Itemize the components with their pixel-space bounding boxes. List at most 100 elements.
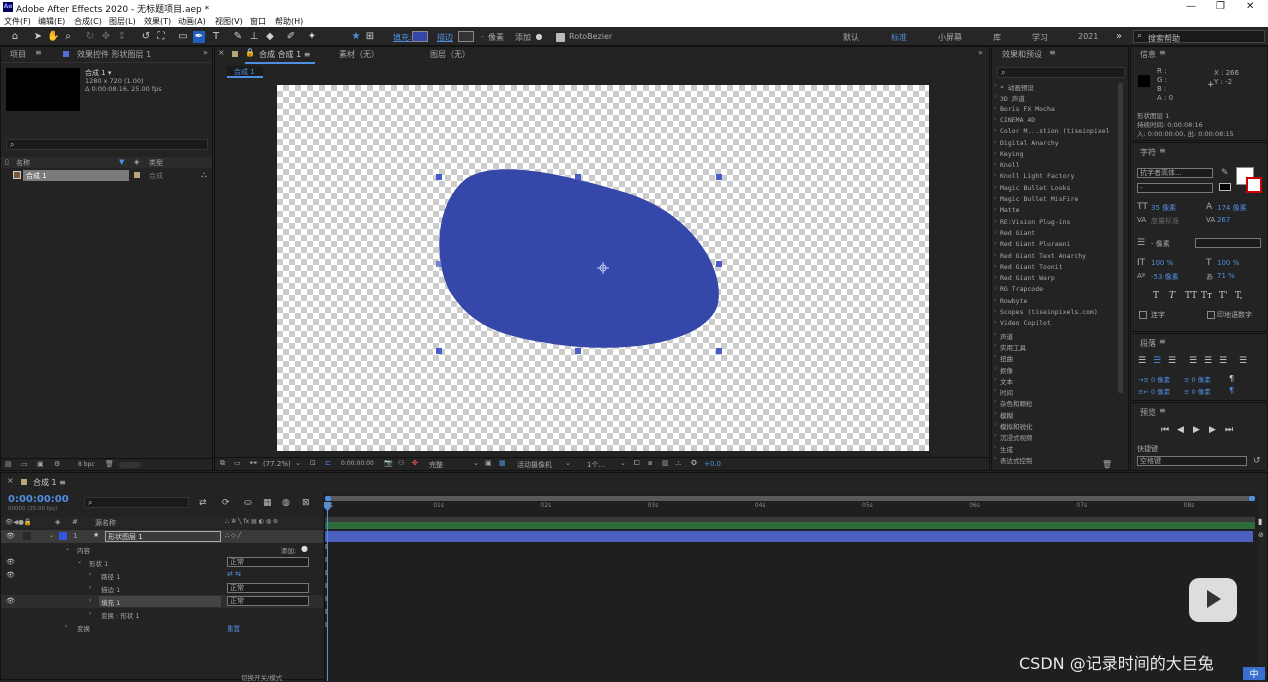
tab-composition[interactable]: 合成 合成 1 ≡	[259, 49, 310, 60]
sort-icon[interactable]: ▼	[119, 158, 124, 166]
all-caps-button[interactable]: TT	[1185, 291, 1197, 301]
expand-chevron-icon[interactable]: ›	[994, 432, 996, 439]
shy-icon[interactable]: ⛀	[244, 498, 252, 508]
expand-chevron-icon[interactable]: ›	[994, 263, 996, 270]
workspace-default[interactable]: 默认	[843, 32, 859, 43]
lock-icon[interactable]: 🔒	[245, 48, 255, 57]
add-label[interactable]: 添加	[515, 32, 531, 43]
expand-chevron-icon[interactable]: ›	[994, 410, 996, 417]
new-folder-icon[interactable]: ▭	[21, 460, 28, 468]
current-timecode[interactable]: 0:00:00:00	[8, 494, 69, 505]
work-area-bar[interactable]	[325, 496, 1255, 501]
space-after-value[interactable]: ≡ 0 像素	[1184, 386, 1211, 396]
superscript-button[interactable]: T'	[1219, 291, 1227, 301]
effect-category-item[interactable]: CINEMA 4D	[1000, 116, 1035, 124]
composition-mini-flowchart-icon[interactable]: ⇄	[199, 498, 207, 508]
reset-icon[interactable]: ↺	[1253, 456, 1261, 466]
effect-category-item[interactable]: Magic Bullet MisFire	[1000, 195, 1078, 203]
reset-exposure-icon[interactable]: ✪	[691, 459, 697, 467]
always-preview-icon[interactable]: ⧉	[220, 459, 225, 468]
timeline-search-input[interactable]: ⌕	[84, 497, 189, 508]
small-caps-button[interactable]: Tт	[1201, 291, 1212, 301]
justify-center-icon[interactable]: ☰	[1204, 356, 1212, 366]
panel-menu-icon[interactable]: ≡	[1159, 406, 1166, 415]
expand-chevron-icon[interactable]: ›	[89, 584, 91, 591]
prev-frame-icon[interactable]: ◀	[1177, 425, 1184, 435]
expand-chevron-icon[interactable]: ›	[994, 93, 996, 100]
effect-category-item[interactable]: 扭曲	[1000, 353, 1013, 363]
path-direction-icons[interactable]: ⇄ ⇆	[227, 570, 241, 578]
tab-footage[interactable]: 素材（无）	[339, 49, 379, 60]
expand-chevron-icon[interactable]: ›	[994, 455, 996, 462]
justify-left-icon[interactable]: ☰	[1189, 356, 1197, 366]
character-panel-title[interactable]: 字符	[1140, 147, 1156, 158]
leading-value[interactable]: 174 像素	[1217, 203, 1247, 213]
effect-category-item[interactable]: * 动画预设	[1000, 82, 1034, 92]
brush-tool-icon[interactable]: ✎	[232, 31, 244, 43]
effect-category-item[interactable]: Color M...stion (tiseinpixel	[1000, 127, 1110, 135]
layer-name[interactable]: 形状图层 1	[108, 532, 143, 542]
link-icon[interactable]: ⊘	[1258, 531, 1264, 539]
effect-category-item[interactable]: Boris FX Mocha	[1000, 105, 1055, 113]
visibility-eye-icon[interactable]: 👁	[6, 597, 15, 605]
expand-chevron-icon[interactable]: ›	[994, 184, 996, 191]
effect-category-item[interactable]: 时间	[1000, 387, 1013, 397]
workspace-libraries[interactable]: 库	[993, 32, 1001, 43]
timeline-tab[interactable]: 合成 1 ≡	[33, 477, 66, 488]
effect-category-item[interactable]: Red Giant Pluraeni	[1000, 240, 1070, 248]
effect-category-item[interactable]: 声道	[1000, 331, 1013, 341]
interpret-footage-icon[interactable]: ▤	[5, 460, 12, 468]
expand-chevron-icon[interactable]: ›	[994, 127, 996, 134]
expand-chevron-icon[interactable]: ›	[994, 353, 996, 360]
menu-layer[interactable]: 图层(L)	[109, 16, 136, 27]
effect-category-item[interactable]: Magic Bullet Looks	[1000, 184, 1070, 192]
close-icon[interactable]: ✕	[1246, 1, 1254, 12]
list-item[interactable]: 👁 › 路径 1 ⇄ ⇆	[1, 569, 323, 582]
expand-chevron-icon[interactable]: ⌄	[65, 545, 70, 552]
dolly-camera-icon[interactable]: ↕	[116, 31, 128, 43]
effect-category-item[interactable]: 实用工具	[1000, 342, 1026, 352]
next-frame-icon[interactable]: ▶	[1209, 425, 1216, 435]
faux-bold-button[interactable]: T	[1153, 291, 1159, 301]
hand-tool-icon[interactable]: ✋	[47, 31, 59, 43]
menu-window[interactable]: 窗口	[250, 16, 266, 27]
tracking-value[interactable]: 267	[1217, 216, 1230, 224]
menu-effect[interactable]: 效果(T)	[144, 16, 171, 27]
zoom-dropdown[interactable]: (77.2%)	[263, 460, 291, 468]
project-settings-icon[interactable]: ⚙	[54, 460, 60, 468]
list-item[interactable]: › 变换 重置	[1, 621, 323, 634]
more-workspaces-icon[interactable]: »	[1113, 31, 1125, 43]
kerning-value[interactable]: 度量标准	[1151, 216, 1179, 226]
effect-category-item[interactable]: 生成	[1000, 444, 1013, 454]
motion-blur-icon[interactable]: ◍	[282, 498, 290, 508]
shape-path[interactable]	[439, 169, 719, 348]
tab-layer[interactable]: 图层（无）	[430, 49, 470, 60]
preview-panel-title[interactable]: 预览	[1140, 407, 1156, 418]
expand-chevron-icon[interactable]: ›	[994, 195, 996, 202]
tab-project[interactable]: 项目	[10, 49, 26, 60]
expand-chevron-icon[interactable]: ›	[994, 319, 996, 326]
expand-chevron-icon[interactable]: ›	[994, 365, 996, 372]
shortcut-dropdown[interactable]: 空格键	[1137, 456, 1247, 466]
layer-row-shape-1[interactable]: 👁 ⌄ 1 ★ 形状图层 1 ⛬ ◇ ╱	[1, 530, 323, 543]
expand-chevron-icon[interactable]: ›	[994, 139, 996, 146]
add-property-icon[interactable]: ●	[301, 544, 308, 553]
column-name[interactable]: 名称	[16, 158, 30, 168]
expand-chevron-icon[interactable]: ›	[994, 444, 996, 451]
expand-chevron-icon[interactable]: ›	[994, 285, 996, 292]
panel-menu-icon[interactable]: ≡	[1159, 146, 1166, 155]
effect-category-item[interactable]: RE:Vision Plug-ins	[1000, 218, 1070, 226]
effect-category-item[interactable]: Digital Anarchy	[1000, 139, 1059, 147]
flowchart-icon[interactable]: ⛬	[676, 459, 681, 468]
stroke-color-swatch[interactable]	[1246, 177, 1262, 193]
toggle-switches-modes[interactable]: 切换开关/模式	[241, 672, 282, 682]
eraser-tool-icon[interactable]: ◆	[264, 31, 276, 43]
thumbnail-size-slider[interactable]	[119, 462, 141, 468]
effect-category-item[interactable]: Video Copilot	[1000, 319, 1051, 327]
resolution-dropdown[interactable]: 完整	[429, 460, 443, 470]
star-icon[interactable]: ★	[350, 31, 362, 43]
new-composition-icon[interactable]: ▣	[37, 460, 44, 468]
shape-layer-svg[interactable]: ➤	[277, 85, 929, 451]
expand-chevron-icon[interactable]: ›	[994, 421, 996, 428]
list-item[interactable]: 👁 › 填充 1 正常	[1, 595, 323, 608]
